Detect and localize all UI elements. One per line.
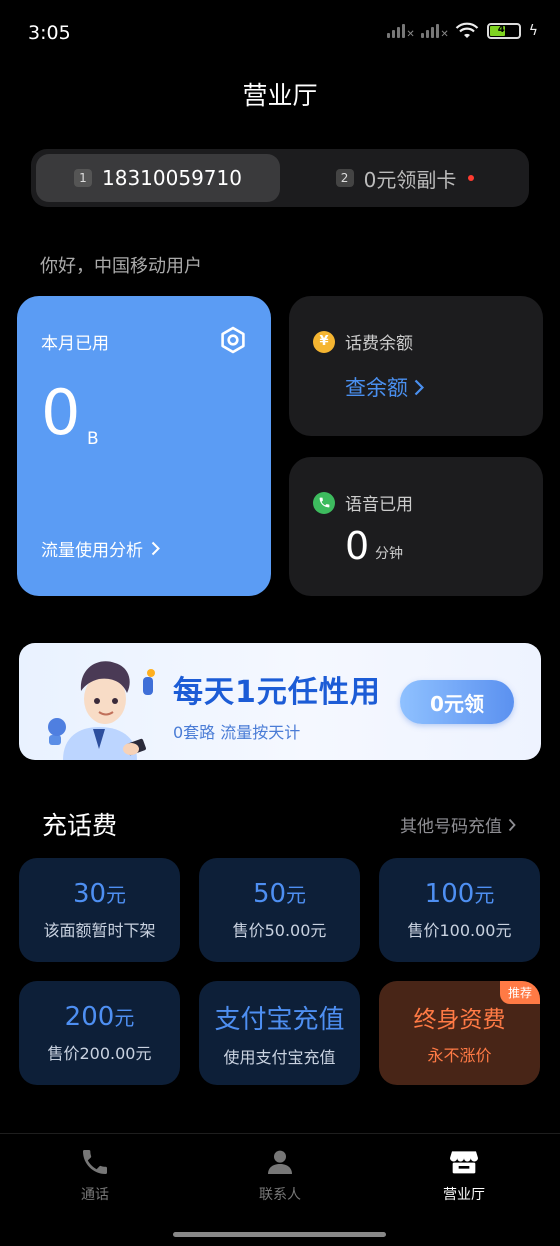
tile-amount: 200元	[64, 1002, 135, 1032]
chevron-right-icon	[508, 818, 516, 831]
tile-description: 永不涨价	[427, 1046, 492, 1065]
data-usage-value: 0	[41, 376, 81, 449]
store-icon	[450, 1151, 478, 1174]
sim-tab-1[interactable]: 1 18310059710	[36, 154, 280, 202]
voice-header: 语音已用	[313, 490, 413, 515]
balance-label: 话费余额	[345, 334, 413, 354]
data-analysis-link[interactable]: 流量使用分析	[41, 536, 160, 561]
battery-icon: 47	[486, 23, 521, 39]
promo-claim-button[interactable]: 0元领	[400, 680, 514, 724]
nav-contacts[interactable]: 联系人	[220, 1146, 340, 1204]
chevron-right-icon	[414, 379, 424, 395]
status-bar: 3:05 ✕ ✕ 47 ϟ	[0, 0, 560, 66]
voice-usage-value: 0	[345, 524, 370, 568]
tile-amount: 支付宝充值	[214, 1004, 345, 1035]
promo-character-illustration	[48, 661, 155, 760]
tile-amount: 100元	[424, 879, 495, 909]
sim-2-index-icon: 2	[335, 169, 354, 187]
nav-contacts-label: 联系人	[259, 1187, 301, 1203]
recharge-tile-50[interactable]: 50元 售价50.00元	[199, 858, 360, 962]
check-balance-label: 查余额	[345, 376, 408, 400]
recharge-tile-lifetime-plan[interactable]: 推荐 终身资费 永不涨价	[379, 981, 540, 1085]
data-usage-card[interactable]: 本月已用 0 B 流量使用分析	[17, 296, 271, 596]
home-indicator[interactable]	[173, 1232, 386, 1237]
sim-tab-2[interactable]: 2 0元领副卡	[286, 154, 524, 202]
sim-1-number: 18310059710	[102, 166, 242, 190]
recharge-tile-200[interactable]: 200元 售价200.00元	[19, 981, 180, 1085]
data-usage-unit: B	[87, 429, 99, 449]
other-number-recharge-link[interactable]: 其他号码充值	[400, 812, 516, 837]
battery-level: 47	[497, 24, 512, 35]
recommend-badge: 推荐	[499, 981, 540, 1004]
wifi-icon	[455, 22, 479, 38]
voice-usage-card[interactable]: 语音已用 0 分钟	[289, 457, 543, 596]
voice-usage-unit: 分钟	[375, 546, 403, 562]
sim-2-label: 0元领副卡	[363, 167, 457, 192]
balance-card[interactable]: ¥ 话费余额 查余额	[289, 296, 543, 436]
status-icons: ✕ ✕ 47 ϟ	[386, 22, 538, 40]
sim-selector: 1 18310059710 2 0元领副卡	[31, 149, 529, 207]
tile-description: 该面额暂时下架	[43, 921, 156, 940]
recharge-tile-100[interactable]: 100元 售价100.00元	[379, 858, 540, 962]
phone-icon	[83, 1150, 107, 1174]
recharge-title: 充话费	[42, 811, 118, 840]
chevron-right-icon	[151, 541, 160, 556]
data-analysis-label: 流量使用分析	[41, 541, 143, 561]
promo-banner[interactable]: 每天1元任性用 0套路 流量按天计 0元领	[19, 643, 541, 760]
tile-amount: 50元	[252, 879, 307, 909]
nav-store-label: 营业厅	[443, 1187, 485, 1203]
recharge-tile-alipay[interactable]: 支付宝充值 使用支付宝充值	[199, 981, 360, 1085]
signal-icon: ✕	[420, 22, 449, 40]
tile-amount: 终身资费	[413, 1007, 506, 1033]
voice-label: 语音已用	[345, 495, 413, 515]
promo-title: 每天1元任性用	[173, 675, 381, 710]
nav-calls[interactable]: 通话	[35, 1146, 155, 1204]
promo-subtitle: 0套路 流量按天计	[173, 723, 301, 742]
person-icon	[268, 1150, 292, 1174]
recharge-tile-30[interactable]: 30元 该面额暂时下架	[19, 858, 180, 962]
data-usage-label: 本月已用	[41, 334, 109, 354]
tile-amount: 30元	[72, 879, 127, 909]
sim-1-index-icon: 1	[74, 169, 92, 187]
tile-description: 售价200.00元	[47, 1044, 152, 1063]
settings-icon[interactable]	[219, 326, 247, 354]
nav-store[interactable]: 营业厅	[404, 1146, 524, 1204]
yuan-coin-icon: ¥	[313, 330, 335, 353]
check-balance-link[interactable]: 查余额	[345, 372, 424, 402]
greeting: 你好，中国移动用户	[40, 256, 202, 277]
clock: 3:05	[28, 22, 71, 44]
bottom-nav: 通话 联系人 营业厅	[0, 1133, 560, 1246]
nav-calls-label: 通话	[81, 1187, 109, 1203]
signal-icon: ✕	[386, 22, 415, 40]
other-number-recharge-label: 其他号码充值	[400, 817, 502, 837]
phone-icon	[313, 491, 335, 514]
tile-description: 售价100.00元	[407, 921, 512, 940]
tile-description: 使用支付宝充值	[223, 1047, 336, 1067]
tile-description: 售价50.00元	[232, 921, 327, 940]
charging-icon: ϟ	[528, 23, 538, 39]
balance-header: ¥ 话费余额	[313, 329, 413, 354]
page-title: 营业厅	[242, 81, 318, 110]
notification-dot	[468, 175, 475, 181]
